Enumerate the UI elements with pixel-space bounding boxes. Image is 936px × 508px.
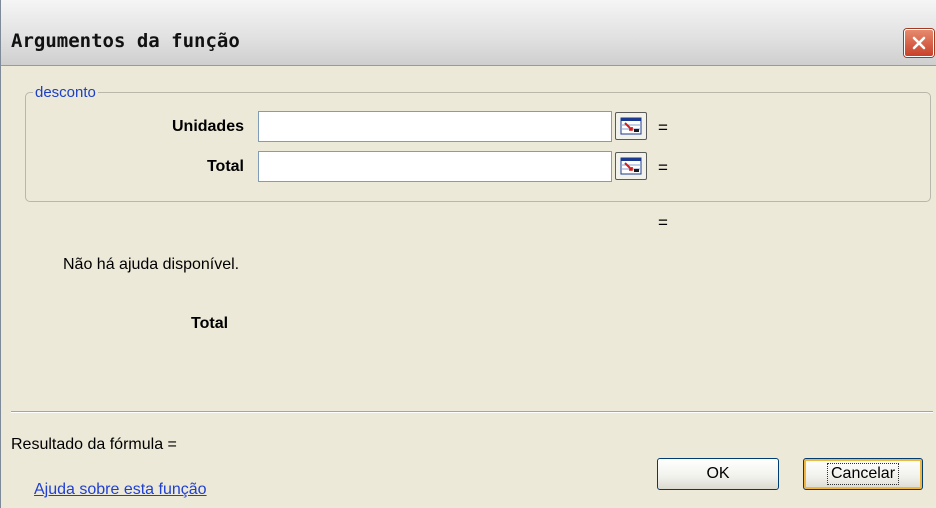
arguments-group-box (25, 92, 931, 202)
argument-label-unidades: Unidades (171, 118, 244, 135)
argument-equals-total: = (658, 158, 668, 177)
current-argument-name: Total (191, 315, 229, 332)
ok-button-label: OK (706, 465, 730, 482)
title-bar[interactable]: Argumentos da função (1, 0, 936, 66)
function-arguments-dialog: Argumentos da função desconto Unidades =… (0, 0, 936, 508)
cancel-button[interactable]: Cancelar (803, 458, 923, 490)
unidades-input[interactable] (258, 111, 612, 142)
range-select-icon (620, 117, 642, 135)
close-icon (912, 36, 926, 50)
range-select-icon (620, 157, 642, 175)
cancel-button-label: Cancelar (826, 463, 900, 485)
close-button[interactable] (904, 29, 934, 57)
formula-result-label: Resultado da fórmula = (11, 436, 177, 453)
collapse-dialog-button-total[interactable] (615, 152, 647, 180)
collapse-dialog-button-unidades[interactable] (615, 112, 647, 140)
ok-button[interactable]: OK (657, 458, 779, 490)
dialog-title: Argumentos da função (11, 30, 240, 52)
function-description: Não há ajuda disponível. (63, 256, 240, 273)
help-on-function-link[interactable]: Ajuda sobre esta função (34, 481, 207, 499)
total-input[interactable] (258, 151, 612, 182)
divider (11, 411, 933, 413)
function-result-equals: = (658, 213, 668, 232)
argument-equals-unidades: = (658, 118, 668, 137)
argument-label-total: Total (206, 158, 244, 175)
function-name-legend: desconto (33, 84, 98, 101)
